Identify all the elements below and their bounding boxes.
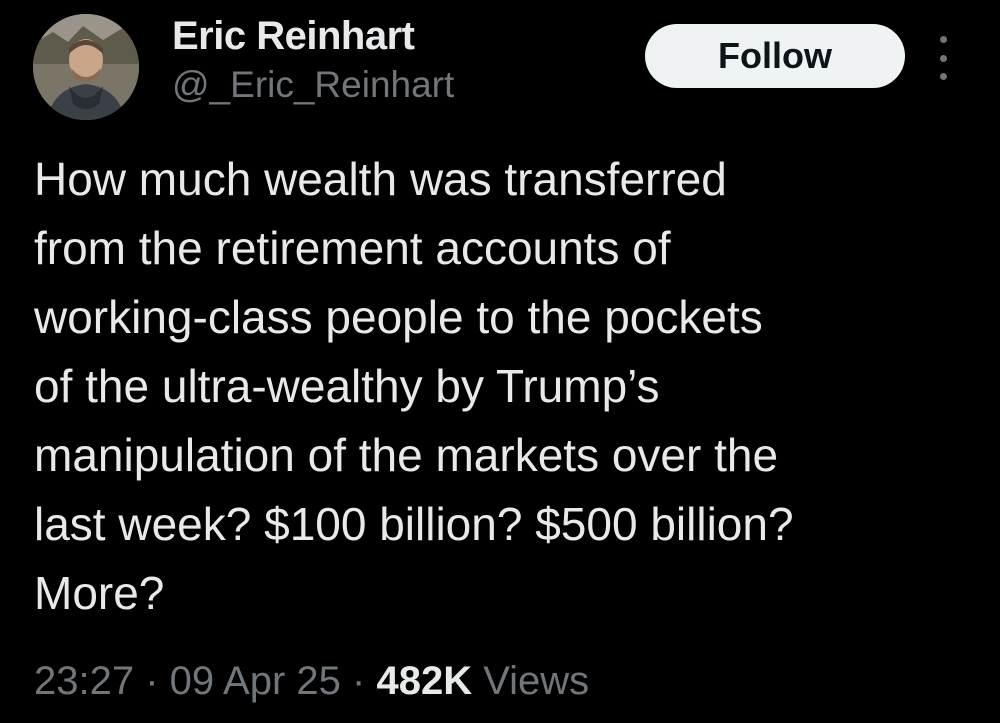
author-handle[interactable]: @_Eric_Reinhart	[172, 62, 454, 108]
avatar[interactable]	[33, 14, 139, 120]
tweet-text-line: How much wealth was transferred	[34, 153, 727, 205]
author-display-name[interactable]: Eric Reinhart	[172, 12, 454, 60]
tweet-text-line: working-class people to the pockets	[34, 291, 763, 343]
tweet-text-line: from the retirement accounts of	[34, 222, 671, 274]
more-dot	[939, 36, 947, 43]
meta-separator: ·	[340, 659, 377, 703]
tweet-time[interactable]: 23:27	[34, 659, 134, 703]
tweet-meta: 23:27 · 09 Apr 25 · 482K Views	[34, 655, 589, 707]
more-vertical-icon[interactable]	[930, 36, 956, 80]
author-info: Eric Reinhart @_Eric_Reinhart	[172, 12, 454, 108]
more-dot	[939, 73, 947, 80]
more-dot	[939, 54, 947, 62]
tweet-card: Eric Reinhart @_Eric_Reinhart Follow How…	[0, 0, 1000, 723]
tweet-text-line: last week? $100 billion? $500 billion?	[34, 498, 794, 550]
tweet-date[interactable]: 09 Apr 25	[170, 659, 341, 703]
views-label: Views	[483, 659, 590, 703]
tweet-text: How much wealth was transferred from the…	[34, 145, 974, 628]
tweet-text-line: manipulation of the markets over the	[34, 429, 779, 481]
views-count: 482K	[376, 659, 473, 703]
avatar-photo-icon	[33, 14, 139, 120]
meta-separator: ·	[134, 659, 170, 703]
tweet-text-line: More?	[34, 567, 165, 619]
tweet-text-line: of the ultra-wealthy by Trump’s	[34, 360, 660, 412]
follow-button[interactable]: Follow	[645, 24, 905, 88]
